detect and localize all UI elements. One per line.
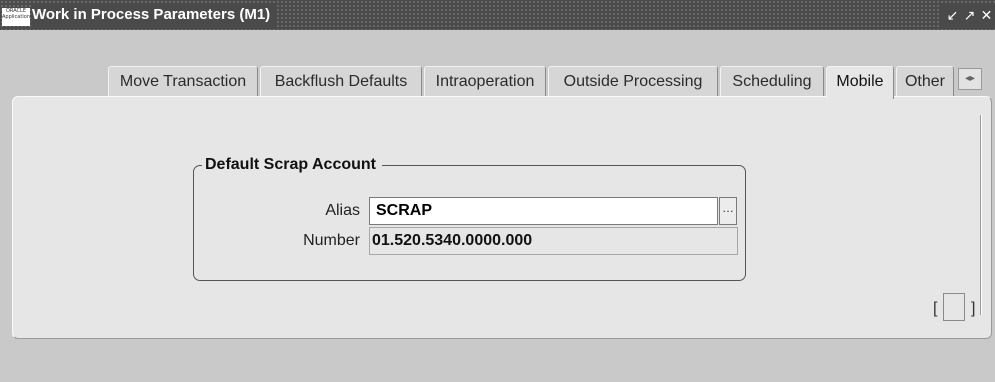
list-of-values-button[interactable]: … <box>719 197 737 225</box>
window-titlebar: ORACLE Applications Work in Process Param… <box>0 0 995 30</box>
alias-input[interactable]: SCRAP <box>369 197 718 225</box>
tab-strip: Move Transaction Backflush Defaults Intr… <box>0 66 995 99</box>
maximize-icon[interactable]: ↗ <box>961 3 978 27</box>
oracle-logo-icon: ORACLE Applications <box>2 8 30 26</box>
tab-intraoperation[interactable]: Intraoperation <box>424 66 546 96</box>
descriptive-flexfield-box[interactable] <box>943 293 965 321</box>
tab-move-transaction[interactable]: Move Transaction <box>108 66 258 96</box>
tab-content-panel: Default Scrap Account Alias SCRAP … Numb… <box>12 96 992 339</box>
close-icon[interactable]: ✕ <box>978 3 995 27</box>
bracket-right: ] <box>971 300 976 317</box>
window-controls: ↙ ↗ ✕ <box>940 3 995 27</box>
tab-backflush-defaults[interactable]: Backflush Defaults <box>260 66 422 96</box>
tab-scheduling[interactable]: Scheduling <box>720 66 824 96</box>
tab-scroll-arrows-icon[interactable]: ◂▸ <box>958 68 982 90</box>
minimize-icon[interactable]: ↙ <box>944 3 961 27</box>
default-scrap-account-group: Default Scrap Account Alias SCRAP … Numb… <box>193 155 746 281</box>
window-title: Work in Process Parameters (M1) <box>32 3 277 27</box>
tab-mobile[interactable]: Mobile <box>826 66 894 99</box>
group-title: Default Scrap Account <box>202 155 382 175</box>
bracket-left: [ <box>933 300 938 317</box>
tab-other[interactable]: Other <box>896 66 954 96</box>
number-field: 01.520.5340.0000.000 <box>369 227 738 255</box>
tab-outside-processing[interactable]: Outside Processing <box>548 66 718 96</box>
alias-label: Alias <box>325 202 360 219</box>
panel-divider <box>980 115 981 315</box>
number-label: Number <box>303 232 360 249</box>
